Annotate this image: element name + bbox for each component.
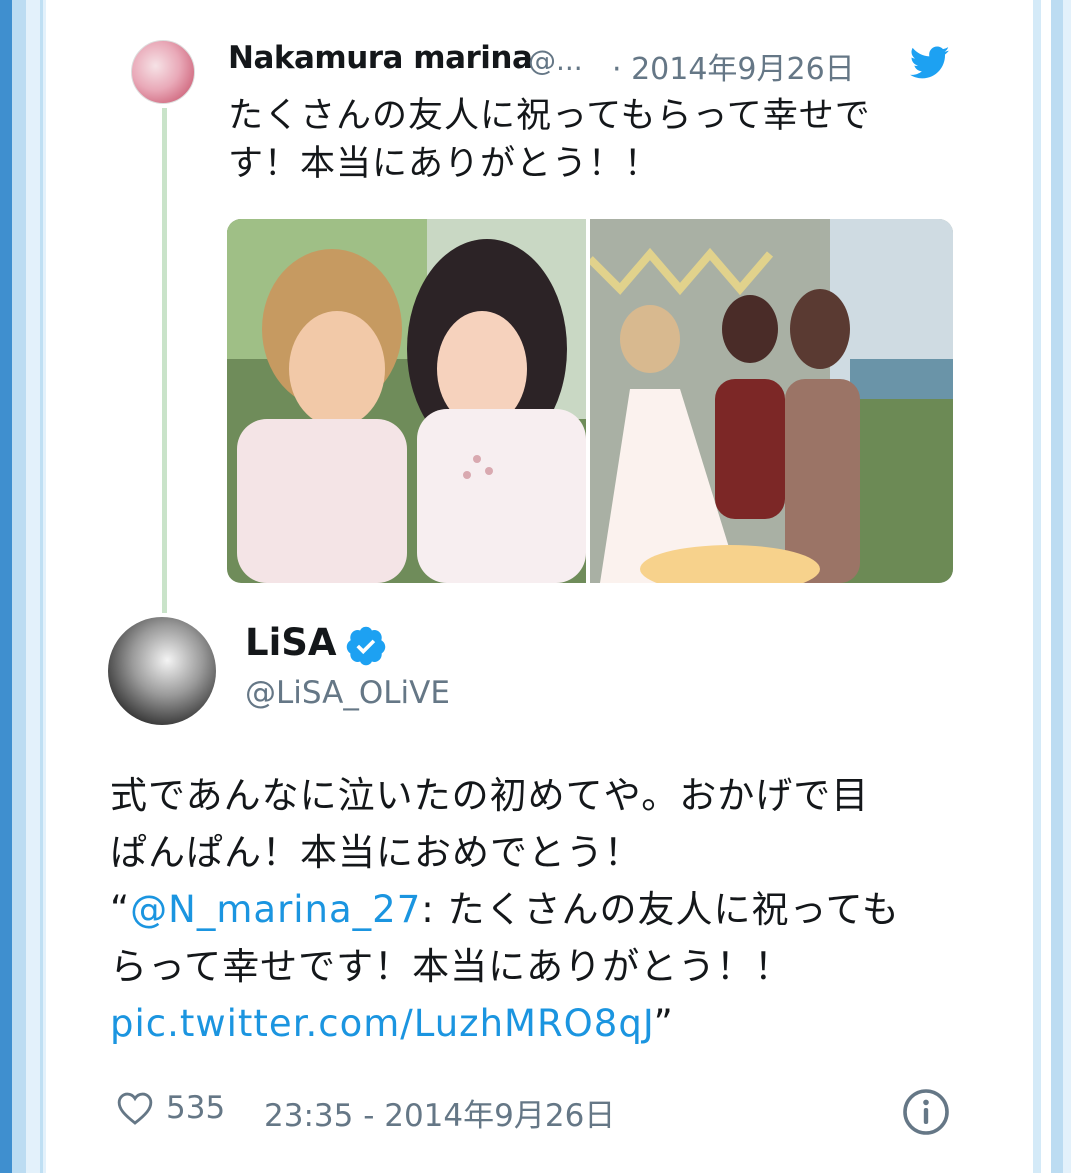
photo-group[interactable]: [590, 219, 953, 583]
verified-badge-icon: [346, 626, 386, 666]
tweet-text-line-3: “@N_marina_27: たくさんの友人に祝っても: [110, 881, 960, 938]
twitter-bird-icon[interactable]: [910, 46, 950, 80]
parent-date[interactable]: · 2014年9月26日: [612, 44, 855, 88]
tweet-text-line-1: 式であんなに泣いたの初めてや。おかげで目: [110, 774, 870, 817]
quote-text-part-1: : たくさんの友人に祝っても: [421, 888, 900, 931]
main-handle[interactable]: @LiSA_OLiVE: [245, 675, 450, 711]
right-border-c: [1063, 0, 1071, 1173]
parent-tweet-text: たくさんの友人に祝ってもらって幸せです！本当にありがとう！！: [228, 96, 871, 184]
like-count: 535: [166, 1090, 226, 1126]
heart-icon[interactable]: [116, 1090, 154, 1126]
left-border-dark: [0, 0, 12, 1173]
photo-bride-and-friend[interactable]: [227, 219, 586, 583]
tweet-timestamp[interactable]: 23:35 - 2014年9月26日: [264, 1090, 615, 1135]
mention-link[interactable]: @N_marina_27: [130, 888, 421, 931]
main-display-name[interactable]: LiSA: [245, 621, 337, 664]
tweet-text-line-2: ぱんぱん！本当におめでとう！: [110, 831, 642, 874]
right-border-b: [1051, 0, 1063, 1173]
info-icon[interactable]: [902, 1088, 950, 1136]
thread-connector-line: [162, 108, 167, 613]
tweet-media[interactable]: [227, 219, 953, 583]
parent-handle[interactable]: @...: [528, 44, 583, 77]
quote-close-mark: ”: [653, 1002, 674, 1045]
pic-link[interactable]: pic.twitter.com/LuzhMRO8qJ: [110, 1002, 654, 1045]
quote-open-mark: “: [110, 888, 131, 931]
left-border-light: [12, 0, 26, 1173]
left-border-gap: [26, 0, 46, 1173]
parent-avatar[interactable]: [131, 40, 195, 104]
parent-display-name[interactable]: Nakamura marina: [228, 40, 533, 76]
right-border-a: [1033, 0, 1041, 1173]
main-tweet-text: 式であんなに泣いたの初めてや。おかげで目 ぱんぱん！本当におめでとう！ “@N_…: [110, 767, 960, 1052]
tweet-text-line-5: pic.twitter.com/LuzhMRO8qJ”: [110, 995, 960, 1052]
main-avatar[interactable]: [108, 617, 216, 725]
left-border-line: [40, 0, 43, 1173]
tweet-text-line-4: らって幸せです！本当にありがとう！！: [110, 945, 793, 988]
